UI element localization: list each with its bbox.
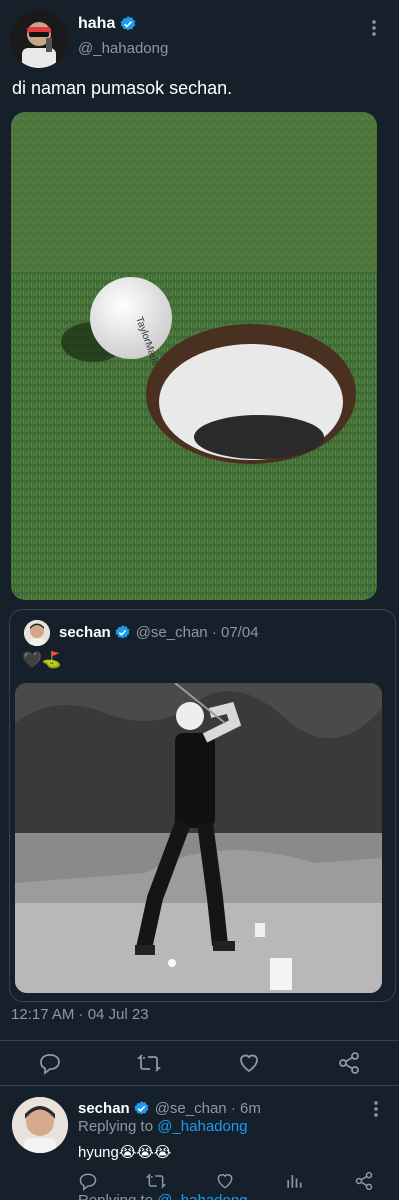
separator-dot: · [226,1100,240,1117]
share-icon[interactable] [337,1051,361,1075]
reply-author[interactable]: sechan @se_chan · 6m [78,1100,261,1117]
reply-icon[interactable] [78,1171,98,1191]
quote-photo[interactable] [15,683,382,993]
avatar[interactable] [12,1097,68,1153]
retweet-icon[interactable] [146,1171,166,1191]
analytics-icon[interactable] [284,1171,304,1191]
tweet-text: di naman pumasok sechan. [12,78,233,98]
share-icon[interactable] [354,1171,374,1191]
verified-icon [134,1101,149,1115]
more-options-icon[interactable] [366,18,382,38]
replying-to-handle[interactable]: @_hahadong [157,1118,247,1135]
quote-date: 07/04 [221,624,259,641]
quote-author-handle[interactable]: @se_chan [136,624,208,641]
avatar[interactable] [10,10,68,68]
replying-to-label: Replying to [78,1192,153,1200]
replying-to-label: Replying to [78,1118,154,1135]
verified-icon [115,625,130,639]
reply-author-name[interactable]: sechan [78,1100,130,1117]
author-name[interactable]: haha [78,15,137,33]
author-handle[interactable]: @_hahadong [78,40,168,57]
like-icon[interactable] [215,1171,235,1191]
author-name-text[interactable]: haha [78,15,115,33]
reply-time: 6m [240,1100,261,1117]
quote-text: 🖤⛳ [22,652,62,669]
like-icon[interactable] [237,1051,261,1075]
replying-to-handle[interactable]: @_hahadong [157,1192,247,1200]
more-options-icon[interactable] [368,1099,384,1119]
retweet-icon[interactable] [137,1051,161,1075]
avatar[interactable] [24,620,50,646]
tweet-photo[interactable]: TaylorMade [11,112,377,600]
tweet-timestamp: 12:17 AM · 04 Jul 23 [11,1006,149,1023]
reply-icon[interactable] [38,1051,62,1075]
quoted-tweet[interactable]: sechan @se_chan · 07/04 🖤⛳ [9,609,396,1002]
quote-author-name[interactable]: sechan [59,624,111,641]
reply-tweet[interactable]: sechan @se_chan · 6m Replying to @_hahad… [0,1087,399,1200]
verified-icon [120,16,136,31]
reply-author-handle[interactable]: @se_chan [155,1100,227,1117]
separator-dot: · [207,624,221,641]
next-reply-replying-to: Replying to @_hahadong [78,1192,248,1200]
reply-text: hyung😭😭😭 [78,1144,172,1161]
replying-to: Replying to @_hahadong [78,1118,248,1135]
quote-author[interactable]: sechan @se_chan · 07/04 [59,624,259,641]
tweet-header: haha @_hahadong [0,0,399,72]
tweet-actions [0,1040,399,1086]
